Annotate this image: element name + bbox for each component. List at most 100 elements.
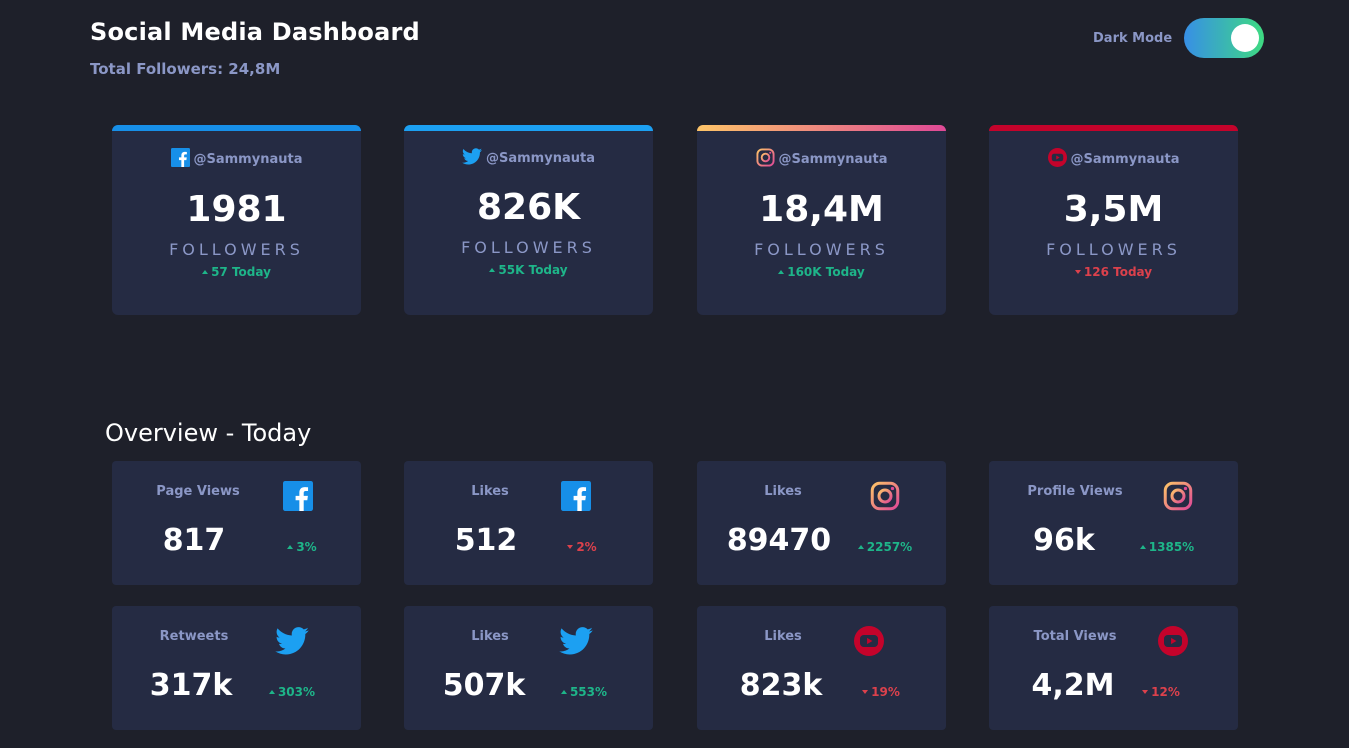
card-youtube[interactable]: @Sammynauta 3,5M FOLLOWERS 126 Today xyxy=(989,125,1238,315)
handle-text: @Sammynauta xyxy=(193,152,303,167)
overview-title: Overview - Today xyxy=(105,419,312,447)
overview-card[interactable]: Likes 823k 19% xyxy=(697,606,946,730)
metric-label: Total Views xyxy=(1033,629,1117,644)
arrow-up-icon xyxy=(560,690,567,694)
followers-label: FOLLOWERS xyxy=(169,240,304,259)
card-top-bar xyxy=(112,125,361,131)
arrow-down-icon xyxy=(1074,270,1081,274)
arrow-up-icon xyxy=(202,270,209,274)
handle-text: @Sammynauta xyxy=(778,152,888,167)
card-top-bar xyxy=(697,125,946,131)
metric-change: 303% xyxy=(252,685,332,699)
today-change: 55K Today xyxy=(404,263,653,277)
metric-label: Page Views xyxy=(156,484,240,499)
card-handle: @Sammynauta xyxy=(404,148,653,169)
dark-mode-toggle[interactable] xyxy=(1184,18,1265,58)
today-change: 126 Today xyxy=(989,265,1238,279)
instagram-icon xyxy=(870,481,900,515)
today-change-text: 55K Today xyxy=(498,263,568,277)
youtube-icon xyxy=(1047,148,1071,171)
today-change-text: 160K Today xyxy=(787,265,865,279)
arrow-up-icon xyxy=(287,545,294,549)
arrow-down-icon xyxy=(567,545,574,549)
today-change-text: 57 Today xyxy=(211,265,271,279)
card-handle: @Sammynauta xyxy=(112,148,361,171)
metric-change-text: 553% xyxy=(569,685,608,699)
followers-label: FOLLOWERS xyxy=(754,240,889,259)
metric-value: 817 xyxy=(162,523,226,558)
handle-text: @Sammynauta xyxy=(1070,152,1180,167)
today-change-text: 126 Today xyxy=(1083,265,1153,279)
metric-change: 3% xyxy=(262,540,342,554)
card-handle: @Sammynauta xyxy=(989,148,1238,171)
youtube-icon xyxy=(854,626,884,660)
card-top-bar xyxy=(989,125,1238,131)
arrow-down-icon xyxy=(1142,690,1149,694)
metric-change-text: 2% xyxy=(576,540,597,554)
metric-value: 317k xyxy=(149,668,233,703)
overview-card[interactable]: Profile Views 96k 1385% xyxy=(989,461,1238,585)
followers-label: FOLLOWERS xyxy=(461,238,596,257)
metric-value: 89470 xyxy=(726,523,832,558)
metric-change: 2% xyxy=(542,540,622,554)
facebook-icon xyxy=(170,148,194,171)
followers-label: FOLLOWERS xyxy=(1046,240,1181,259)
card-top-bar xyxy=(404,125,653,131)
today-change: 160K Today xyxy=(697,265,946,279)
metric-change: 1385% xyxy=(1127,540,1207,554)
handle-text: @Sammynauta xyxy=(486,151,595,166)
metric-change: 553% xyxy=(544,685,624,699)
metric-change-text: 19% xyxy=(871,685,900,699)
today-change: 57 Today xyxy=(112,265,361,279)
metric-label: Likes xyxy=(764,629,802,644)
metric-label: Likes xyxy=(471,484,509,499)
dark-mode-control: Dark Mode xyxy=(1093,18,1265,58)
page-title: Social Media Dashboard xyxy=(90,18,420,46)
card-facebook[interactable]: @Sammynauta 1981 FOLLOWERS 57 Today xyxy=(112,125,361,315)
arrow-up-icon xyxy=(1139,545,1146,549)
overview-card[interactable]: Total Views 4,2M 12% xyxy=(989,606,1238,730)
metric-value: 823k xyxy=(739,668,823,703)
follower-count: 18,4M xyxy=(759,189,884,230)
overview-card[interactable]: Likes 89470 2257% xyxy=(697,461,946,585)
arrow-up-icon xyxy=(268,690,275,694)
metric-label: Likes xyxy=(471,629,509,644)
arrow-up-icon xyxy=(857,545,864,549)
total-followers: Total Followers: 24,8M xyxy=(90,60,281,78)
metric-change: 2257% xyxy=(845,540,925,554)
instagram-icon xyxy=(1163,481,1193,515)
arrow-up-icon xyxy=(778,270,785,274)
follower-count: 826K xyxy=(476,187,581,228)
overview-card[interactable]: Likes 507k 553% xyxy=(404,606,653,730)
dark-mode-label: Dark Mode xyxy=(1093,30,1173,46)
twitter-icon xyxy=(275,627,309,659)
toggle-knob xyxy=(1231,24,1260,52)
follower-count: 3,5M xyxy=(1063,189,1164,230)
overview-card[interactable]: Likes 512 2% xyxy=(404,461,653,585)
dashboard-header: Social Media Dashboard Total Followers: … xyxy=(90,18,420,78)
follower-count: 1981 xyxy=(186,189,287,230)
metric-change-text: 12% xyxy=(1151,685,1180,699)
metric-label: Likes xyxy=(764,484,802,499)
metric-change-text: 303% xyxy=(277,685,316,699)
arrow-down-icon xyxy=(862,690,869,694)
metric-value: 96k xyxy=(1033,523,1095,558)
twitter-icon xyxy=(559,627,593,659)
metric-label: Profile Views xyxy=(1027,484,1123,499)
metric-change-text: 3% xyxy=(296,540,317,554)
metric-change-text: 1385% xyxy=(1148,540,1195,554)
arrow-up-icon xyxy=(489,268,496,272)
card-handle: @Sammynauta xyxy=(697,148,946,171)
instagram-icon xyxy=(755,148,779,171)
card-instagram[interactable]: @Sammynauta 18,4M FOLLOWERS 160K Today xyxy=(697,125,946,315)
card-twitter[interactable]: @Sammynauta 826K FOLLOWERS 55K Today xyxy=(404,125,653,315)
facebook-icon xyxy=(561,481,591,515)
metric-change: 19% xyxy=(841,685,921,699)
metric-value: 507k xyxy=(442,668,526,703)
metric-label: Retweets xyxy=(159,629,229,644)
overview-card[interactable]: Retweets 317k 303% xyxy=(112,606,361,730)
metric-change: 12% xyxy=(1121,685,1201,699)
youtube-icon xyxy=(1158,626,1188,660)
overview-card[interactable]: Page Views 817 3% xyxy=(112,461,361,585)
twitter-icon xyxy=(462,148,486,169)
